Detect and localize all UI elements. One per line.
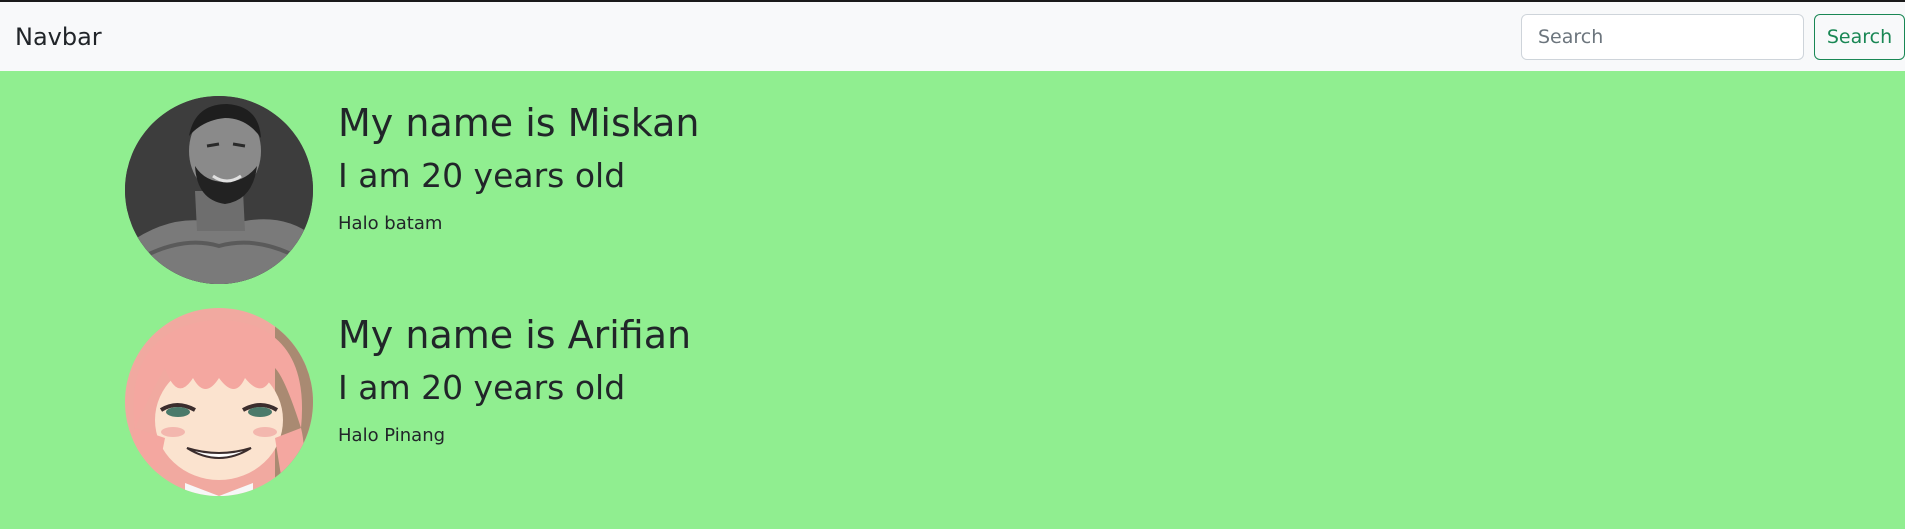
- navbar: Navbar Search: [0, 2, 1905, 71]
- grayscale-man-portrait-icon: [125, 96, 313, 284]
- profile-age: I am 20 years old: [338, 156, 626, 195]
- profile-age: I am 20 years old: [338, 368, 626, 407]
- avatar: [125, 96, 313, 284]
- profile-name: My name is Arifian: [338, 313, 692, 357]
- profile-greeting: Halo Pinang: [338, 425, 446, 446]
- avatar: [125, 308, 313, 496]
- search-input[interactable]: [1521, 14, 1804, 60]
- anime-pink-hair-girl-icon: [125, 308, 313, 496]
- profile-greeting: Halo batam: [338, 213, 443, 234]
- search-button[interactable]: Search: [1814, 14, 1905, 60]
- navbar-brand[interactable]: Navbar: [15, 22, 102, 52]
- profile-name: My name is Miskan: [338, 101, 700, 145]
